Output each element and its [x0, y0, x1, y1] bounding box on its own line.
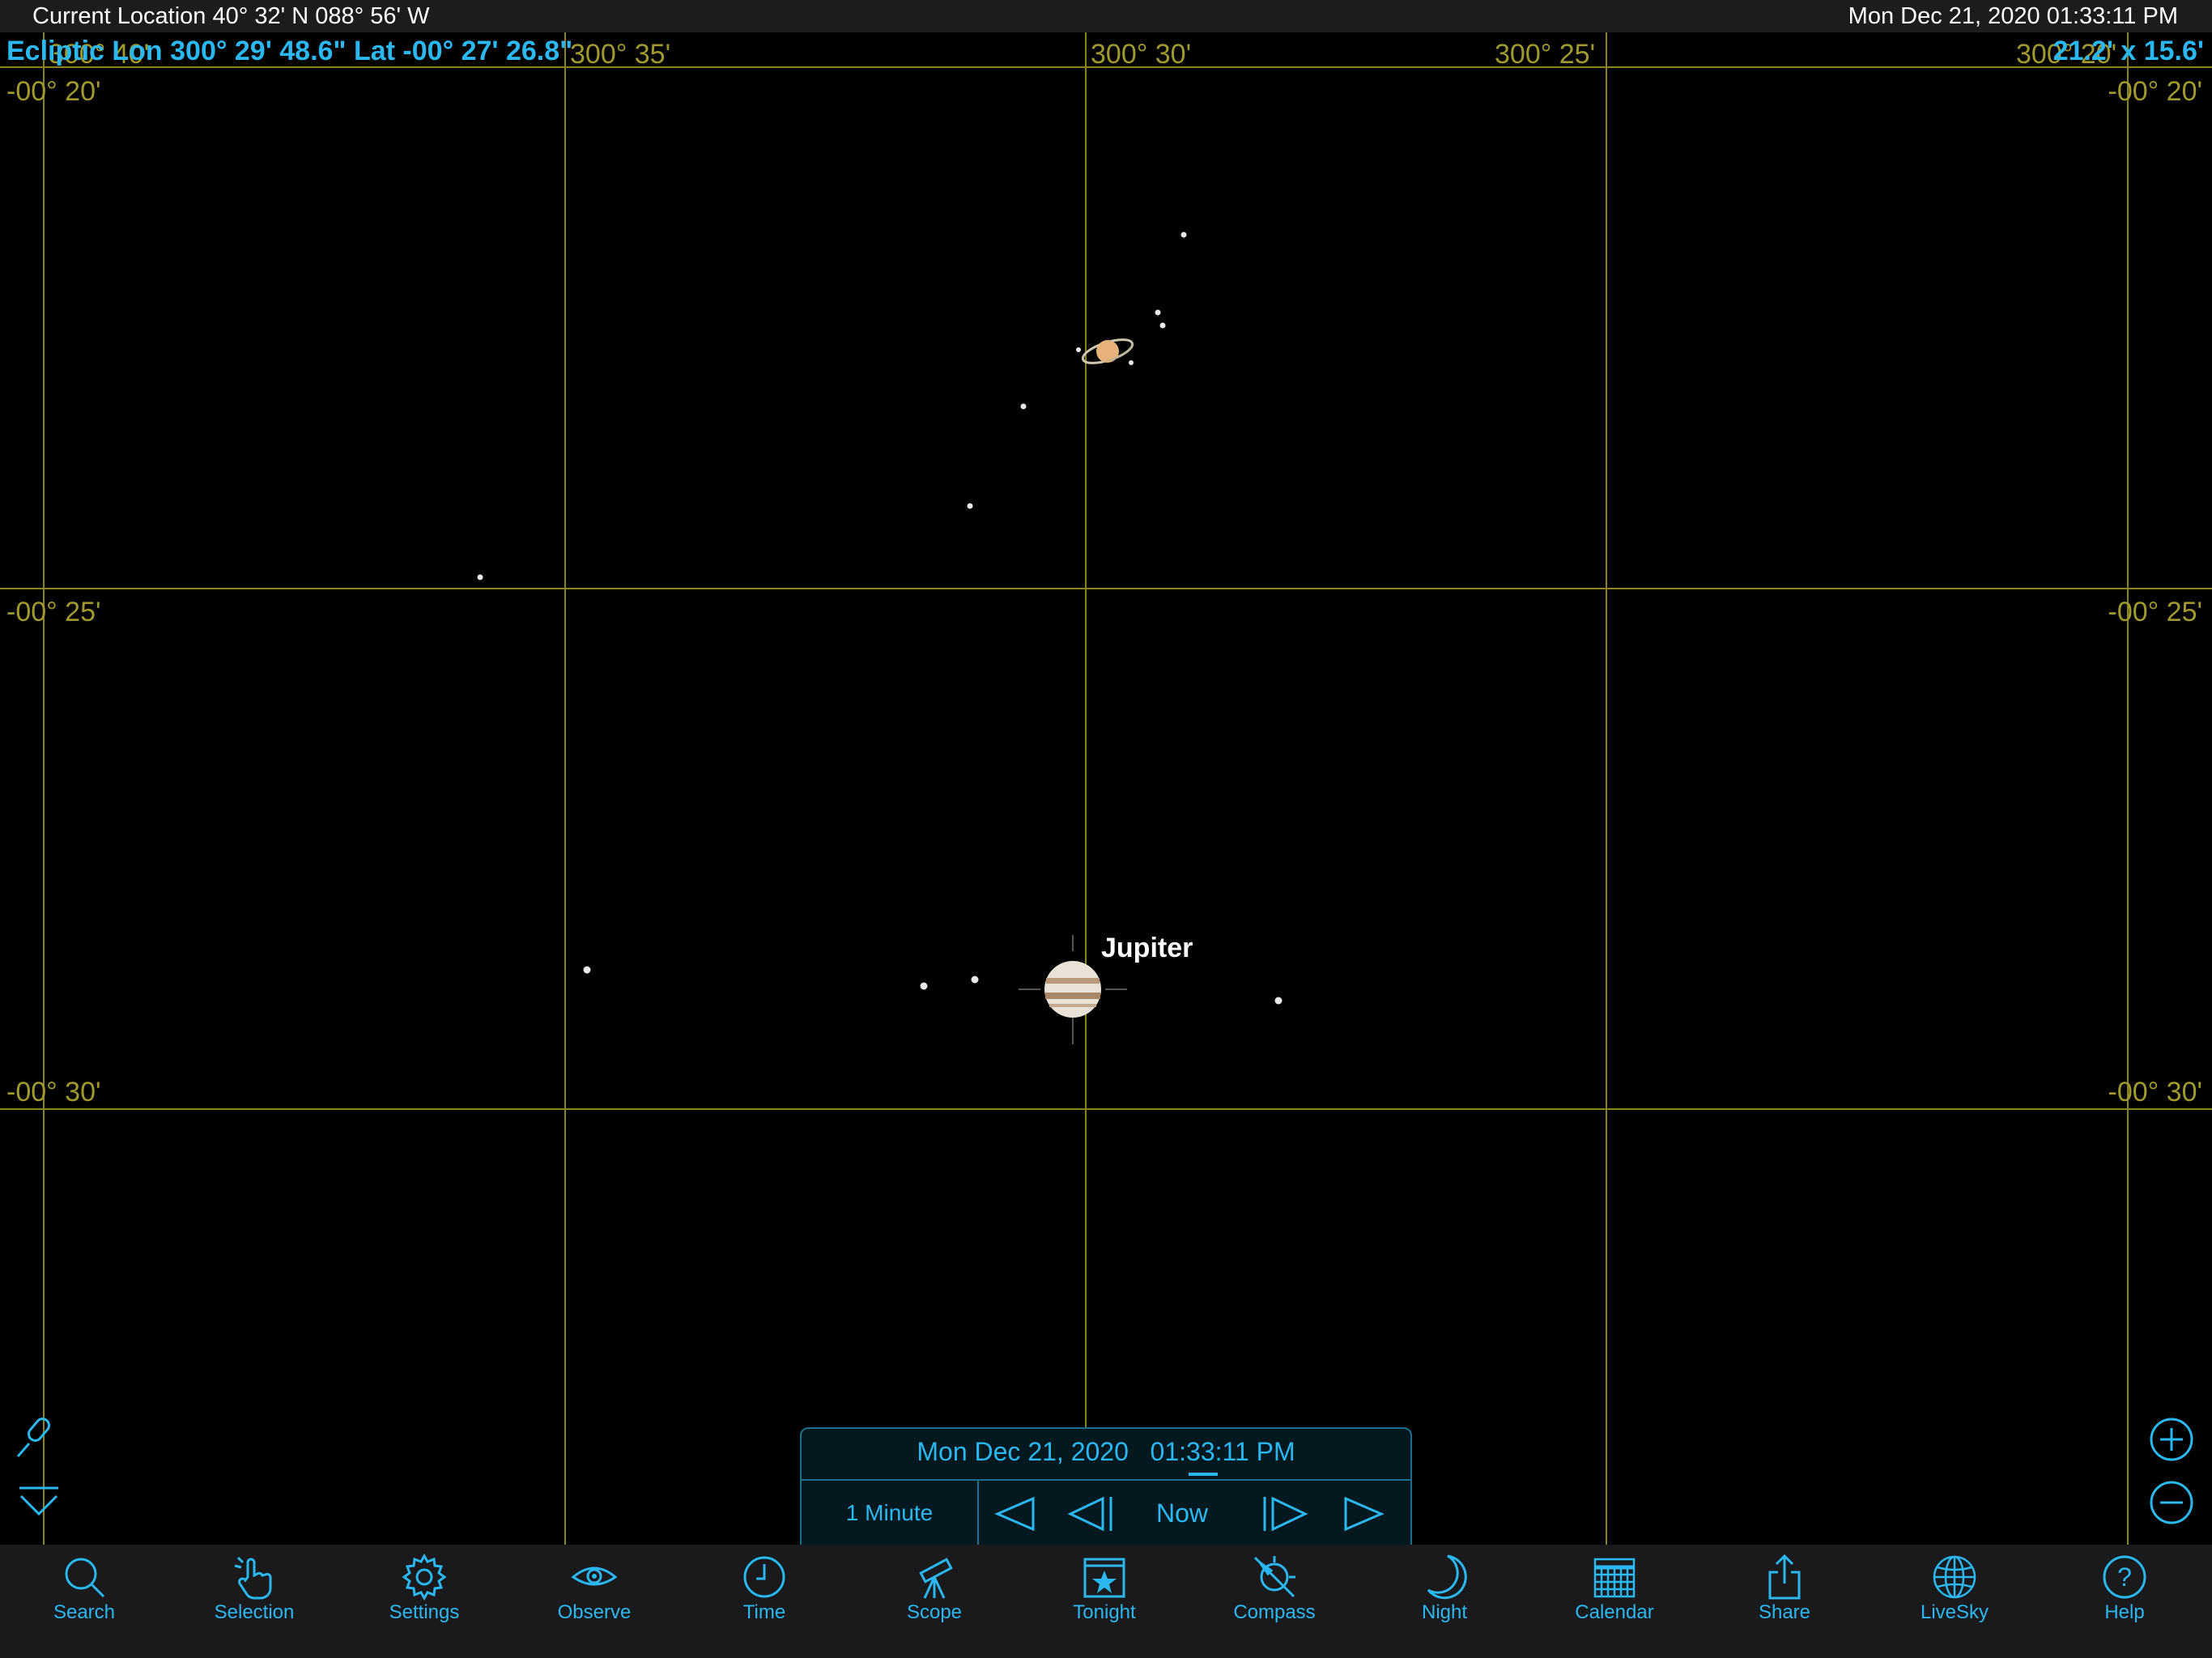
star — [1020, 403, 1027, 410]
telescope-icon — [919, 1558, 953, 1599]
eye-icon — [571, 1567, 618, 1586]
saturn-planet[interactable] — [1080, 335, 1135, 368]
toolbar-night-button[interactable]: Night — [1372, 1545, 1517, 1658]
microphone-icon[interactable] — [13, 1413, 62, 1461]
lat-label-30-right: -00° 30' — [2108, 1077, 2203, 1107]
lon-label-35: 300° 35' — [570, 39, 671, 70]
moon-icon — [1427, 1554, 1467, 1600]
jupiter-moon — [971, 976, 979, 984]
toolbar-share-button[interactable]: Share — [1712, 1545, 1857, 1658]
clock-icon — [743, 1556, 785, 1598]
time-panel-header[interactable]: Mon Dec 21, 2020 01:33:11 PM — [802, 1429, 1410, 1481]
lat-label-25-left: -00° 25' — [6, 597, 101, 627]
toolbar-calendar-button[interactable]: Calendar — [1542, 1545, 1687, 1658]
sky-grid — [0, 32, 2212, 1545]
coordinate-readout: Ecliptic Lon 300° 29' 48.6" Lat -00° 27'… — [6, 36, 573, 66]
toolbar-scope-button[interactable]: Scope — [861, 1545, 1007, 1658]
jupiter-moon — [920, 982, 928, 990]
lat-label-20-left: -00° 20' — [6, 76, 101, 107]
toolbar-label: Help — [2104, 1601, 2145, 1623]
current-location: Current Location 40° 32' N 088° 56' W — [32, 3, 430, 29]
star — [1155, 309, 1161, 316]
star — [583, 966, 591, 974]
toolbar-label: Calendar — [1575, 1601, 1654, 1623]
zoom-out-icon[interactable] — [2147, 1478, 2196, 1527]
time-panel-datetime[interactable]: Mon Dec 21, 2020 01:33:11 PM — [802, 1437, 1410, 1467]
toolbar-label: Tonight — [1073, 1601, 1136, 1623]
share-icon — [1768, 1554, 1801, 1600]
gear-icon — [402, 1553, 447, 1601]
jupiter-label[interactable]: Jupiter — [1101, 933, 1193, 964]
time-step-label: 1 Minute — [845, 1500, 934, 1525]
toolbar-label: Time — [742, 1601, 786, 1623]
star — [967, 503, 973, 509]
field-of-view-readout: 21.2' x 15.6' — [2052, 36, 2204, 66]
time-flow-panel: Mon Dec 21, 2020 01:33:11 PM 1 Minute No… — [800, 1427, 1412, 1545]
sky-chart[interactable]: 300° 40' 300° 35' 300° 30' 300° 25' 300°… — [0, 32, 2212, 1545]
step-forward-icon[interactable] — [1255, 1481, 1312, 1545]
time-step-button[interactable]: 1 Minute — [802, 1481, 979, 1545]
toolbar-label: Compass — [1233, 1601, 1316, 1623]
toolbar-observe-button[interactable]: Observe — [521, 1545, 667, 1658]
toolbar-help-button[interactable]: ? Help — [2052, 1545, 2197, 1658]
star-calendar-icon — [1083, 1558, 1125, 1598]
toolbar-label: Share — [1758, 1601, 1811, 1623]
toolbar-label: Selection — [214, 1601, 295, 1623]
selection-hand-icon — [234, 1556, 272, 1600]
toolbar-label: Settings — [389, 1601, 460, 1623]
lat-label-20-right: -00° 20' — [2108, 76, 2203, 107]
status-datetime: Mon Dec 21, 2020 01:33:11 PM — [1848, 3, 2178, 29]
star — [1129, 360, 1134, 365]
toolbar-label: Scope — [906, 1601, 963, 1623]
now-button[interactable]: Now — [1142, 1499, 1223, 1528]
star — [477, 574, 483, 580]
toolbar-label: Night — [1421, 1601, 1468, 1623]
bottom-toolbar: Search Selection Settings Observe Time S… — [0, 1545, 2212, 1658]
lat-label-30-left: -00° 30' — [6, 1077, 101, 1107]
toolbar-search-button[interactable]: Search — [11, 1545, 157, 1658]
toolbar-time-button[interactable]: Time — [691, 1545, 837, 1658]
play-backward-icon[interactable] — [986, 1481, 1043, 1545]
help-icon: ? — [2103, 1555, 2146, 1599]
zoom-in-icon[interactable] — [2147, 1415, 2196, 1464]
svg-text:?: ? — [2117, 1562, 2132, 1592]
star — [1180, 232, 1187, 238]
calendar-grid-icon — [1593, 1558, 1636, 1598]
toolbar-label: Search — [53, 1601, 116, 1623]
toolbar-label: LiveSky — [1920, 1601, 1989, 1623]
toolbar-tonight-button[interactable]: Tonight — [1032, 1545, 1177, 1658]
step-backward-icon[interactable] — [1064, 1481, 1121, 1545]
globe-icon — [1933, 1555, 1976, 1599]
toolbar-livesky-button[interactable]: LiveSky — [1882, 1545, 2027, 1658]
toolbar-selection-button[interactable]: Selection — [181, 1545, 327, 1658]
star — [1159, 322, 1166, 329]
lon-label-25: 300° 25' — [1495, 39, 1596, 70]
search-icon — [65, 1558, 105, 1598]
lat-label-25-right: -00° 25' — [2108, 597, 2203, 627]
star — [1076, 347, 1081, 352]
toolbar-settings-button[interactable]: Settings — [351, 1545, 497, 1658]
time-field-cursor — [1189, 1473, 1218, 1476]
toolbar-compass-button[interactable]: Compass — [1202, 1545, 1347, 1658]
play-forward-icon[interactable] — [1334, 1481, 1391, 1545]
status-bar: Current Location 40° 32' N 088° 56' W Mo… — [0, 0, 2212, 32]
jupiter-moon — [1274, 997, 1283, 1005]
toolbar-label: Observe — [557, 1601, 632, 1623]
compass-icon — [1253, 1556, 1295, 1598]
collapse-toolbar-icon[interactable] — [15, 1482, 63, 1530]
lon-label-30: 300° 30' — [1091, 39, 1192, 70]
